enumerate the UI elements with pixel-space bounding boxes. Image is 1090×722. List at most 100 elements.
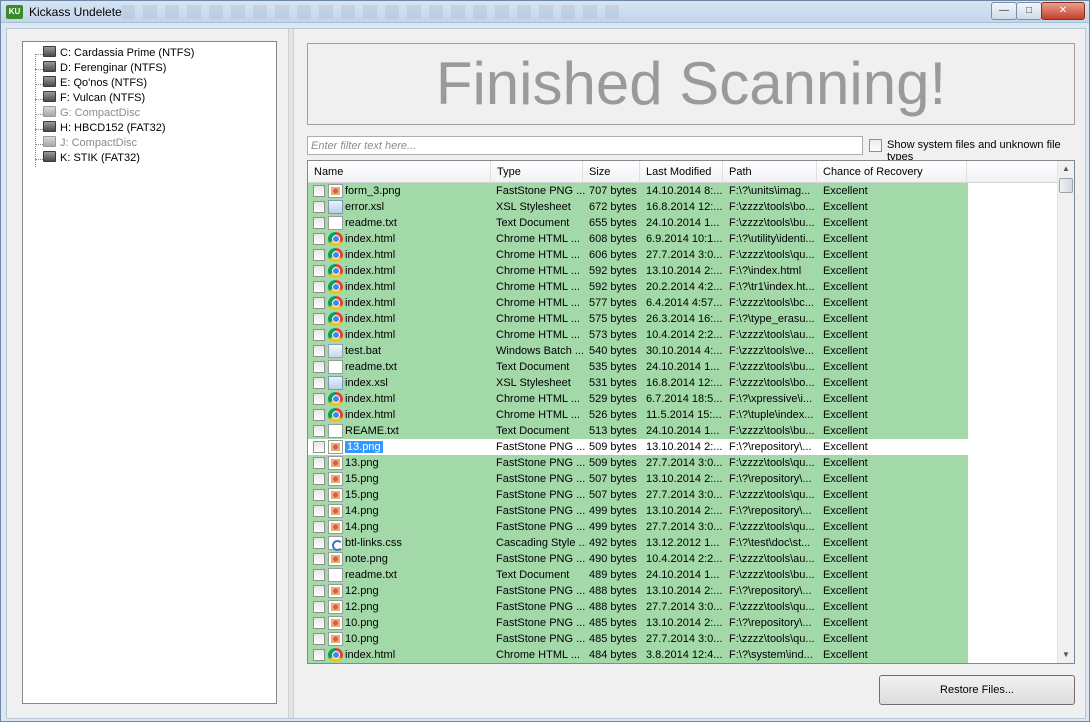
row-checkbox[interactable] [313, 649, 325, 661]
cell-size: 592 bytes [589, 265, 637, 277]
drive-tree-item[interactable]: K: STIK (FAT32) [43, 151, 140, 166]
drive-tree-item[interactable]: C: Cardassia Prime (NTFS) [43, 46, 194, 61]
row-checkbox[interactable] [313, 553, 325, 565]
drive-tree-item[interactable]: F: Vulcan (NTFS) [43, 91, 145, 106]
cell-path: F:\zzzz\tools\bc... [729, 297, 814, 309]
row-checkbox[interactable] [313, 377, 325, 389]
column-header[interactable]: Chance of Recovery [817, 161, 967, 183]
minimize-button[interactable]: — [991, 2, 1017, 20]
row-checkbox[interactable] [313, 505, 325, 517]
drive-tree-item[interactable]: J: CompactDisc [43, 136, 137, 151]
file-row[interactable]: index.html Chrome HTML ... 526 bytes 11.5.2… [308, 407, 968, 423]
column-header[interactable]: Type [491, 161, 583, 183]
row-checkbox[interactable] [313, 281, 325, 293]
file-list-body[interactable]: form_3.png FastStone PNG ... 707 bytes 14.1… [308, 183, 1058, 663]
row-checkbox[interactable] [313, 425, 325, 437]
scroll-down-arrow-icon[interactable]: ▼ [1058, 647, 1074, 663]
file-row[interactable]: form_3.png FastStone PNG ... 707 bytes 14.1… [308, 183, 968, 199]
row-checkbox[interactable] [313, 329, 325, 341]
file-row[interactable]: 12.png FastStone PNG ... 488 bytes 27.7.201… [308, 599, 968, 615]
png-file-icon [328, 520, 343, 534]
title-bar[interactable]: KU Kickass Undelete — □ ✕ [1, 1, 1089, 23]
cell-size: 540 bytes [589, 345, 637, 357]
file-row[interactable]: 13.png FastStone PNG ... 509 bytes 27.7.201… [308, 455, 968, 471]
file-row[interactable]: 10.png FastStone PNG ... 485 bytes 27.7.201… [308, 631, 968, 647]
cell-modified: 10.4.2014 2:2... [646, 553, 723, 565]
row-checkbox[interactable] [313, 441, 325, 453]
file-row[interactable]: index.html Chrome HTML ... 606 bytes 27.7.2… [308, 247, 968, 263]
cell-modified: 27.7.2014 3:0... [646, 601, 723, 613]
file-row[interactable]: index.xsl XSL Stylesheet 531 bytes 16.8.201… [308, 375, 968, 391]
row-checkbox[interactable] [313, 249, 325, 261]
row-checkbox[interactable] [313, 313, 325, 325]
row-checkbox[interactable] [313, 617, 325, 629]
drive-tree-item[interactable]: D: Ferenginar (NTFS) [43, 61, 166, 76]
file-row[interactable]: index.html Chrome HTML ... 484 bytes 3.8.20… [308, 647, 968, 663]
row-checkbox[interactable] [313, 185, 325, 197]
file-row[interactable]: 15.png FastStone PNG ... 507 bytes 27.7.201… [308, 487, 968, 503]
vertical-scrollbar[interactable]: ▲ ▼ [1057, 161, 1074, 663]
file-row[interactable]: 15.png FastStone PNG ... 507 bytes 13.10.20… [308, 471, 968, 487]
panel-splitter[interactable] [288, 29, 294, 718]
row-checkbox[interactable] [313, 521, 325, 533]
row-checkbox[interactable] [313, 457, 325, 469]
row-checkbox[interactable] [313, 265, 325, 277]
drive-tree-item[interactable]: E: Qo'nos (NTFS) [43, 76, 147, 91]
column-header[interactable]: Name [308, 161, 491, 183]
file-row[interactable]: index.html Chrome HTML ... 529 bytes 6.7.20… [308, 391, 968, 407]
file-row[interactable]: test.bat Windows Batch ... 540 bytes 30.10.… [308, 343, 968, 359]
file-row[interactable]: 14.png FastStone PNG ... 499 bytes 27.7.201… [308, 519, 968, 535]
file-row[interactable]: readme.txt Text Document 489 bytes 24.10.20… [308, 567, 968, 583]
row-checkbox[interactable] [313, 217, 325, 229]
file-row[interactable]: btl-links.css Cascading Style ... 492 byte… [308, 535, 968, 551]
row-checkbox[interactable] [313, 633, 325, 645]
close-button[interactable]: ✕ [1041, 2, 1085, 20]
scroll-up-arrow-icon[interactable]: ▲ [1058, 161, 1074, 177]
maximize-button[interactable]: □ [1016, 2, 1042, 20]
file-list[interactable]: Name Type Size Last Modified Path Chance of R… [307, 160, 1075, 664]
row-checkbox[interactable] [313, 345, 325, 357]
file-row[interactable]: note.png FastStone PNG ... 490 bytes 10.4.2… [308, 551, 968, 567]
row-checkbox[interactable] [313, 489, 325, 501]
drive-tree-item[interactable]: H: HBCD152 (FAT32) [43, 121, 166, 136]
file-row[interactable]: index.html Chrome HTML ... 577 bytes 6.4.20… [308, 295, 968, 311]
row-checkbox[interactable] [313, 537, 325, 549]
row-checkbox[interactable] [313, 569, 325, 581]
file-row[interactable]: index.html Chrome HTML ... 592 bytes 20.2.2… [308, 279, 968, 295]
row-checkbox[interactable] [313, 361, 325, 373]
cell-type: FastStone PNG ... [496, 521, 586, 533]
file-row[interactable]: 10.png FastStone PNG ... 485 bytes 13.10.20… [308, 615, 968, 631]
scrollbar-thumb[interactable] [1059, 178, 1073, 193]
file-row[interactable]: index.html Chrome HTML ... 592 bytes 13.10.… [308, 263, 968, 279]
file-row[interactable]: readme.txt Text Document 655 bytes 24.10.20… [308, 215, 968, 231]
file-row[interactable]: 12.png FastStone PNG ... 488 bytes 13.10.20… [308, 583, 968, 599]
row-checkbox[interactable] [313, 601, 325, 613]
file-row[interactable]: REAME.txt Text Document 513 bytes 24.10.201… [308, 423, 968, 439]
row-checkbox[interactable] [313, 297, 325, 309]
restore-files-button[interactable]: Restore Files... [879, 675, 1075, 705]
row-checkbox[interactable] [313, 393, 325, 405]
show-system-files-checkbox[interactable] [869, 139, 882, 152]
file-row[interactable]: index.html Chrome HTML ... 575 bytes 26.3.2… [308, 311, 968, 327]
file-row[interactable]: 13.png FastStone PNG ... 509 bytes 13.10.20… [308, 439, 968, 455]
file-row[interactable]: index.html Chrome HTML ... 573 bytes 10.4.2… [308, 327, 968, 343]
cell-modified: 24.10.2014 1... [646, 217, 720, 229]
drive-tree[interactable]: C: Cardassia Prime (NTFS) D: Ferenginar (… [22, 41, 277, 704]
filter-input[interactable] [307, 136, 863, 155]
column-header[interactable]: Path [723, 161, 817, 183]
row-checkbox[interactable] [313, 585, 325, 597]
html-file-icon [328, 648, 343, 662]
file-row[interactable]: 14.png FastStone PNG ... 499 bytes 13.10.20… [308, 503, 968, 519]
row-checkbox[interactable] [313, 473, 325, 485]
file-row[interactable]: readme.txt Text Document 535 bytes 24.10.20… [308, 359, 968, 375]
row-checkbox[interactable] [313, 409, 325, 421]
cell-modified: 24.10.2014 1... [646, 569, 720, 581]
row-checkbox[interactable] [313, 201, 325, 213]
row-checkbox[interactable] [313, 233, 325, 245]
column-header[interactable]: Size [583, 161, 640, 183]
file-row[interactable]: index.html Chrome HTML ... 608 bytes 6.9.20… [308, 231, 968, 247]
column-header[interactable]: Last Modified [640, 161, 723, 183]
cell-size: 577 bytes [589, 297, 637, 309]
drive-tree-item[interactable]: G: CompactDisc [43, 106, 140, 121]
file-row[interactable]: error.xsl XSL Stylesheet 672 bytes 16.8.201… [308, 199, 968, 215]
